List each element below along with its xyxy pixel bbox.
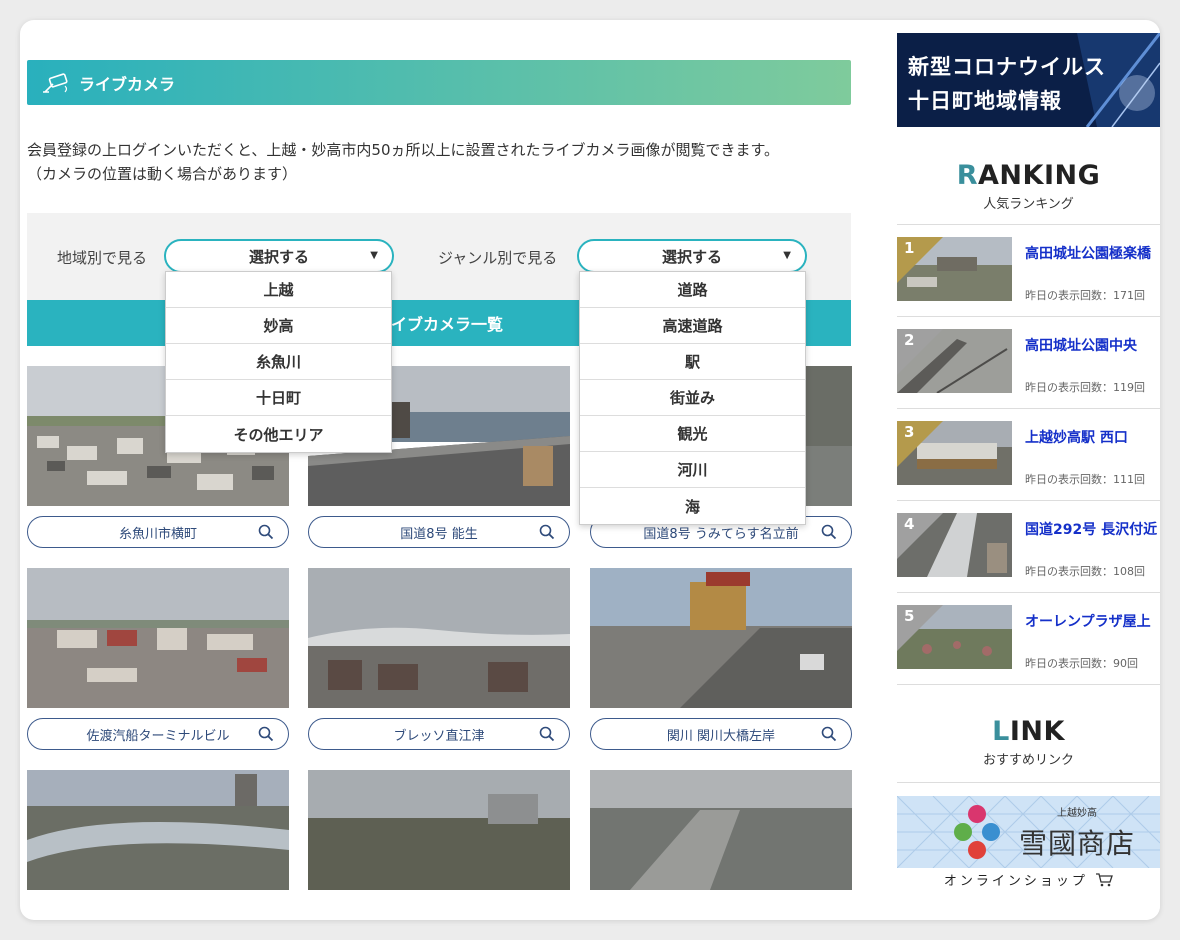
page-card: ライブカメラ 会員登録の上ログインいただくと、上越・妙高市内50ヵ所以上に設置さ… xyxy=(20,20,1160,920)
ranking-title[interactable]: オーレンプラザ屋上 xyxy=(1025,611,1160,631)
ranking-item[interactable]: 2 高田城址公園中央 昨日の表示回数：119回 xyxy=(897,316,1160,408)
search-icon xyxy=(821,726,837,742)
camera-card[interactable] xyxy=(590,770,852,890)
shop-name: 雪國商店 xyxy=(1019,827,1136,860)
ranking-item[interactable]: 3 上越妙高駅 西口 昨日の表示回数：111回 xyxy=(897,408,1160,500)
genre-option[interactable]: 街並み xyxy=(580,380,805,416)
region-dropdown: 上越 妙高 糸魚川 十日町 その他エリア xyxy=(165,271,392,453)
ranking-title[interactable]: 上越妙高駅 西口 xyxy=(1025,427,1160,447)
covid-info-banner[interactable]: 新型コロナウイルス 十日町地域情報 xyxy=(897,33,1160,127)
shop-online-label: オンラインショップ xyxy=(897,870,1160,889)
search-icon xyxy=(258,726,274,742)
divider xyxy=(897,684,1160,685)
genre-option[interactable]: 河川 xyxy=(580,452,805,488)
section-header: ライブカメラ xyxy=(27,60,851,105)
genre-option[interactable]: 道路 xyxy=(580,272,805,308)
search-icon xyxy=(539,524,555,540)
ranking-title[interactable]: 高田城址公園中央 xyxy=(1025,335,1160,355)
camera-thumbnail[interactable] xyxy=(27,770,289,890)
divider xyxy=(897,782,1160,783)
genre-filter-label: ジャンル別で見る xyxy=(438,249,558,267)
ranking-item[interactable]: 5 オーレンプラザ屋上 昨日の表示回数：90回 xyxy=(897,592,1160,684)
search-icon xyxy=(821,524,837,540)
region-filter-label: 地域別で見る xyxy=(57,249,148,267)
caret-down-icon: ▼ xyxy=(783,250,791,261)
camera-thumbnail[interactable] xyxy=(308,568,570,708)
region-option[interactable]: その他エリア xyxy=(166,416,391,452)
ranking-item[interactable]: 1 高田城址公園極楽橋 昨日の表示回数：171回 xyxy=(897,224,1160,316)
camera-card[interactable]: ブレッソ直江津 xyxy=(308,568,570,750)
genre-option[interactable]: 高速道路 xyxy=(580,308,805,344)
camera-thumbnail[interactable] xyxy=(27,568,289,708)
camera-icon xyxy=(43,72,68,93)
ranking-title[interactable]: 高田城址公園極楽橋 xyxy=(1025,243,1160,263)
genre-option[interactable]: 観光 xyxy=(580,416,805,452)
camera-thumbnail[interactable] xyxy=(308,770,570,890)
camera-name-button[interactable]: 糸魚川市横町 xyxy=(27,516,289,548)
search-icon xyxy=(539,726,555,742)
caret-down-icon: ▼ xyxy=(370,250,378,261)
genre-select[interactable]: 選択する ▼ xyxy=(577,239,807,273)
ranking-item[interactable]: 4 国道292号 長沢付近 昨日の表示回数：108回 xyxy=(897,500,1160,592)
camera-name-button[interactable]: ブレッソ直江津 xyxy=(308,718,570,750)
ranking-title[interactable]: 国道292号 長沢付近 xyxy=(1025,519,1160,539)
camera-name-button[interactable]: 関川 関川大橋左岸 xyxy=(590,718,852,750)
genre-dropdown: 道路 高速道路 駅 街並み 観光 河川 海 xyxy=(579,271,806,525)
ranking-views: 昨日の表示回数：119回 xyxy=(1025,381,1145,394)
camera-thumbnail[interactable] xyxy=(590,770,852,890)
cart-icon xyxy=(1096,873,1113,887)
link-heading: LINK おすすめリンク xyxy=(982,716,1074,768)
shop-banner[interactable]: 上越妙高 雪國商店 オンラインショップ xyxy=(897,796,1160,920)
ranking-views: 昨日の表示回数：108回 xyxy=(1025,565,1145,578)
camera-name-button[interactable]: 国道8号 能生 xyxy=(308,516,570,548)
ranking-views: 昨日の表示回数：111回 xyxy=(1025,473,1145,486)
genre-option[interactable]: 駅 xyxy=(580,344,805,380)
region-option[interactable]: 上越 xyxy=(166,272,391,308)
page-title: ライブカメラ xyxy=(79,74,176,94)
region-option[interactable]: 妙高 xyxy=(166,308,391,344)
region-option[interactable]: 十日町 xyxy=(166,380,391,416)
camera-thumbnail[interactable] xyxy=(590,568,852,708)
search-icon xyxy=(258,524,274,540)
camera-card[interactable]: 佐渡汽船ターミナルビル xyxy=(27,568,289,750)
ranking-views: 昨日の表示回数：90回 xyxy=(1025,657,1138,670)
camera-name-button[interactable]: 佐渡汽船ターミナルビル xyxy=(27,718,289,750)
region-select[interactable]: 選択する ▼ xyxy=(164,239,394,273)
sidebar: 新型コロナウイルス 十日町地域情報 RANKING 人気ランキング 1 高田城址… xyxy=(897,20,1160,920)
region-option[interactable]: 糸魚川 xyxy=(166,344,391,380)
camera-card[interactable] xyxy=(27,770,289,890)
camera-card[interactable]: 関川 関川大橋左岸 xyxy=(590,568,852,750)
ranking-heading: RANKING 人気ランキング xyxy=(956,160,1101,212)
camera-card[interactable] xyxy=(308,770,570,890)
ranking-views: 昨日の表示回数：171回 xyxy=(1025,289,1145,302)
genre-option[interactable]: 海 xyxy=(580,488,805,524)
description: 会員登録の上ログインいただくと、上越・妙高市内50ヵ所以上に設置されたライブカメ… xyxy=(27,141,779,183)
